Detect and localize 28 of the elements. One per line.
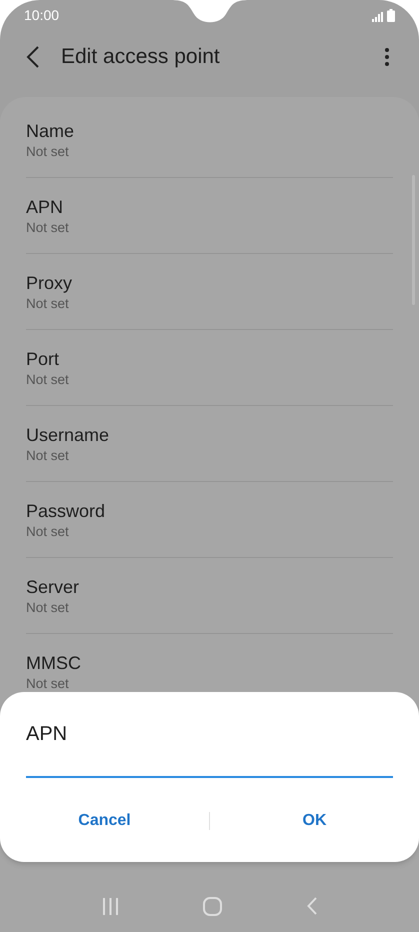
setting-label[interactable]: Name: [26, 118, 393, 142]
recent-apps-icon[interactable]: [102, 898, 120, 914]
dialog-button[interactable]: Cancel: [0, 803, 209, 839]
dialog-button[interactable]: OK: [210, 803, 419, 839]
setting-value: Not set: [26, 294, 70, 312]
setting-value: Not set: [26, 142, 70, 160]
setting-label[interactable]: Port: [26, 346, 393, 370]
setting-value: Not set: [26, 598, 70, 616]
setting-label[interactable]: APN: [26, 194, 393, 218]
back-nav-icon[interactable]: [306, 897, 317, 915]
setting-value: Not set: [26, 446, 70, 464]
back-icon[interactable]: [26, 46, 40, 68]
setting-label[interactable]: Username: [26, 422, 393, 446]
setting-label[interactable]: Server: [26, 574, 393, 598]
setting-value: Not set: [26, 370, 70, 388]
signal-icon: [372, 12, 383, 22]
setting-label[interactable]: MMSC: [26, 651, 393, 675]
dialog-title: APN: [26, 722, 68, 746]
setting-label[interactable]: Proxy: [26, 270, 393, 294]
home-icon[interactable]: [203, 896, 222, 916]
setting-label[interactable]: Password: [26, 498, 393, 522]
setting-value: Not set: [26, 218, 70, 236]
more-options-icon[interactable]: [385, 48, 389, 66]
setting-value: Not set: [26, 675, 70, 693]
status-time: 10:00: [24, 6, 60, 24]
screen-title: Edit access point: [61, 44, 220, 70]
setting-value: Not set: [26, 522, 70, 540]
battery-icon: [387, 8, 395, 22]
